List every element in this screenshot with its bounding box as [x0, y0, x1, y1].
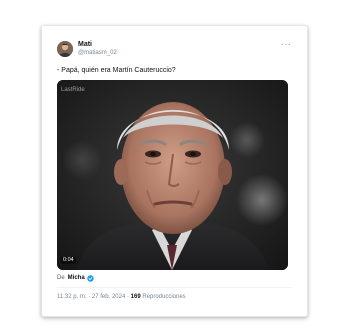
video-player[interactable]: LastRide 0:04 [57, 80, 288, 270]
tweet-text: - Papá, quién era Martín Cauteruccio? [57, 67, 176, 74]
divider [57, 287, 292, 288]
video-source: De Micha [57, 274, 94, 282]
author-block[interactable]: Mati @matiasm_02 [78, 41, 117, 56]
source-account-link[interactable]: Micha [68, 274, 85, 282]
avatar[interactable] [57, 41, 73, 57]
tweet-date[interactable]: 27 feb. 2024 [92, 294, 125, 300]
tweet-metadata: 11:32 p. m. · 27 feb. 2024 · 169 Reprodu… [57, 294, 186, 300]
page: Mati @matiasm_02 ··· - Papá, quién era M… [0, 0, 350, 336]
tweet-card[interactable]: Mati @matiasm_02 ··· - Papá, quién era M… [41, 25, 308, 317]
views-count: 169 [130, 294, 141, 300]
tweet-time[interactable]: 11:32 p. m. [57, 294, 87, 300]
video-watermark: LastRide [61, 87, 85, 93]
author-display-name[interactable]: Mati [78, 41, 117, 48]
source-prefix: De [57, 275, 65, 281]
verified-badge-icon [86, 274, 94, 282]
more-horizontal-icon[interactable]: ··· [282, 41, 292, 49]
author-handle[interactable]: @matiasm_02 [78, 50, 117, 56]
video-duration: 0:04 [61, 256, 76, 264]
views-label: Reproducciones [140, 294, 186, 300]
video-thumbnail [57, 80, 288, 270]
